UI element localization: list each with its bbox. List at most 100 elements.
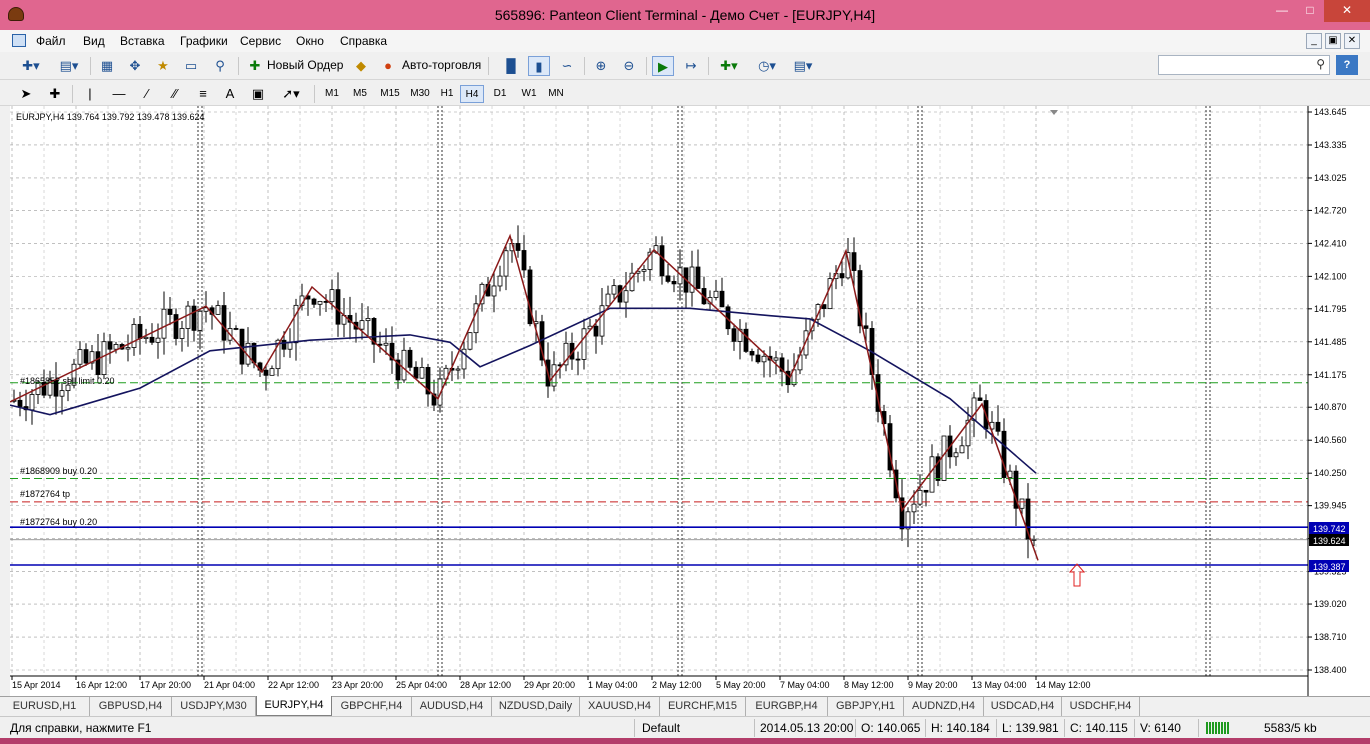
buy-order-label-2[interactable]: #1872764 buy 0.20 <box>20 517 97 527</box>
new-order-button[interactable]: Новый Ордер <box>267 57 343 73</box>
cursor-button[interactable]: ➤ <box>16 84 36 104</box>
timeframe-m1[interactable]: M1 <box>320 85 344 103</box>
price-chart[interactable]: 143.645 143.335 143.025 142.720 142.410 142.1… <box>10 106 1370 696</box>
profiles-button[interactable]: ▤▾ <box>54 56 84 76</box>
title-bar[interactable]: 565896: Panteon Client Terminal - Демо С… <box>0 0 1370 30</box>
child-close-button[interactable]: ✕ <box>1344 33 1360 49</box>
metaeditor-button[interactable]: ◆ <box>350 56 372 76</box>
candle-bear <box>17 399 23 407</box>
menu-insert[interactable]: Вставка <box>120 34 165 48</box>
sell-limit-label[interactable]: #1865852 sell limit 0.20 <box>20 376 115 386</box>
arrows-button[interactable]: ➚▾ <box>276 84 306 104</box>
equidistant-channel-button[interactable]: ∕∕ <box>164 84 186 104</box>
order-levels[interactable] <box>10 382 1308 566</box>
tab-eurjpy-h4[interactable]: EURJPY,H4 <box>256 696 332 716</box>
line-chart-button[interactable]: ∽ <box>556 56 578 76</box>
navigator-star-button[interactable]: ★ <box>152 56 174 76</box>
status-profile[interactable]: Default <box>642 721 680 735</box>
templates-button[interactable]: ▤▾ <box>788 56 818 76</box>
candle-bull <box>611 285 617 295</box>
take-profit-label[interactable]: #1872764 tp <box>20 489 70 499</box>
tab-eurchf-m15[interactable]: EURCHF,M15 <box>660 697 746 716</box>
autotrading-icon-button[interactable]: ● <box>377 56 399 76</box>
menu-charts[interactable]: Графики <box>180 34 228 48</box>
tab-usdchf-h4[interactable]: USDCHF,H4 <box>1062 697 1140 716</box>
menu-window[interactable]: Окно <box>296 34 324 48</box>
zoom-in-button[interactable]: ⊕ <box>590 56 612 76</box>
new-order-icon-button[interactable]: ✚ <box>245 56 265 76</box>
tab-gbpjpy-h1[interactable]: GBPJPY,H1 <box>828 697 904 716</box>
child-minimize-button[interactable]: _ <box>1306 33 1322 49</box>
tab-gbpusd-h4[interactable]: GBPUSD,H4 <box>90 697 172 716</box>
candle-bear <box>233 328 239 330</box>
bar-chart-button[interactable]: █ <box>500 56 522 76</box>
timeframe-h4[interactable]: H4 <box>460 85 484 103</box>
menu-file[interactable]: Файл <box>36 34 66 48</box>
minimize-button[interactable]: — <box>1268 0 1296 22</box>
timeframe-m5[interactable]: M5 <box>347 85 373 103</box>
trendline-button[interactable]: ∕ <box>136 84 158 104</box>
maximize-button[interactable]: □ <box>1297 0 1323 22</box>
strategy-tester-button[interactable]: ⚲ <box>208 56 232 76</box>
shift-marker-icon[interactable] <box>1050 110 1058 115</box>
candle-bear <box>95 351 101 375</box>
autoscroll-icon: ▶ <box>658 59 668 74</box>
autoscroll-button[interactable]: ▶ <box>652 56 674 76</box>
price-tick-label: 142.100 <box>1314 271 1347 281</box>
candlestick-button[interactable]: ▮ <box>528 56 550 76</box>
price-tick-label: 141.175 <box>1314 370 1347 380</box>
help-button[interactable]: ? <box>1336 55 1358 75</box>
terminal-button[interactable]: ▭ <box>180 56 202 76</box>
indicators-button[interactable]: ✚▾ <box>714 56 744 76</box>
timeframe-m30[interactable]: M30 <box>406 85 434 103</box>
up-arrow-icon[interactable] <box>1068 563 1086 587</box>
menu-tools[interactable]: Сервис <box>240 34 281 48</box>
search-input[interactable]: ⚲ <box>1158 55 1330 75</box>
price-tick-label: 140.870 <box>1314 402 1347 412</box>
status-help: Для справки, нажмите F1 <box>10 721 152 735</box>
timeframe-mn[interactable]: MN <box>544 85 568 103</box>
horizontal-line-button[interactable]: — <box>108 84 130 104</box>
menu-help[interactable]: Справка <box>340 34 387 48</box>
tab-eurgbp-h4[interactable]: EURGBP,H4 <box>746 697 828 716</box>
close-button[interactable]: ✕ <box>1324 0 1370 22</box>
tab-usdcad-h4[interactable]: USDCAD,H4 <box>984 697 1062 716</box>
time-tick-label: 2 May 12:00 <box>652 680 702 690</box>
text-label-button[interactable]: ▣ <box>248 84 268 104</box>
candle-bull <box>641 269 647 272</box>
buy-order-label[interactable]: #1868909 buy 0.20 <box>20 466 97 476</box>
timeframe-w1[interactable]: W1 <box>516 85 542 103</box>
menu-view[interactable]: Вид <box>83 34 105 48</box>
tab-audnzd-h4[interactable]: AUDNZD,H4 <box>904 697 984 716</box>
candle-bull <box>125 347 131 350</box>
search-icon[interactable]: ⚲ <box>1316 57 1325 71</box>
zoom-out-button[interactable]: ⊖ <box>618 56 640 76</box>
chart-area[interactable]: 143.645 143.335 143.025 142.720 142.410 142.1… <box>10 106 1370 696</box>
connection-status-icon[interactable] <box>1206 722 1230 734</box>
chart-window-icon[interactable] <box>12 34 26 47</box>
timeframe-m15[interactable]: M15 <box>376 85 404 103</box>
tab-gbpchf-h4[interactable]: GBPCHF,H4 <box>332 697 412 716</box>
tab-audusd-h4[interactable]: AUDUSD,H4 <box>412 697 492 716</box>
text-button[interactable]: A <box>220 84 240 104</box>
separator <box>238 57 239 75</box>
periods-button[interactable]: ◷▾ <box>752 56 782 76</box>
navigator-button[interactable]: ✥ <box>124 56 146 76</box>
vertical-line-button[interactable]: | <box>80 84 100 104</box>
tab-eurusd-h1[interactable]: EURUSD,H1 <box>0 697 90 716</box>
child-restore-button[interactable]: ▣ <box>1325 33 1341 49</box>
tab-usdjpy-m30[interactable]: USDJPY,M30 <box>172 697 256 716</box>
autotrading-button[interactable]: Авто-торговля <box>402 57 481 73</box>
crosshair-button[interactable]: ✚ <box>44 84 66 104</box>
fibonacci-button[interactable]: ≡ <box>192 84 214 104</box>
timeframe-h1[interactable]: H1 <box>436 85 458 103</box>
tab-xauusd-h4[interactable]: XAUUSD,H4 <box>580 697 660 716</box>
market-watch-button[interactable]: ▦ <box>96 56 118 76</box>
tab-nzdusd-daily[interactable]: NZDUSD,Daily <box>492 697 580 716</box>
timeframe-d1[interactable]: D1 <box>488 85 512 103</box>
chart-shift-icon: ↦ <box>685 58 697 73</box>
new-chart-button[interactable]: ✚▾ <box>16 56 46 76</box>
clock-icon: ◷▾ <box>758 58 776 73</box>
candle-bear <box>839 273 845 279</box>
chart-shift-button[interactable]: ↦ <box>680 56 702 76</box>
